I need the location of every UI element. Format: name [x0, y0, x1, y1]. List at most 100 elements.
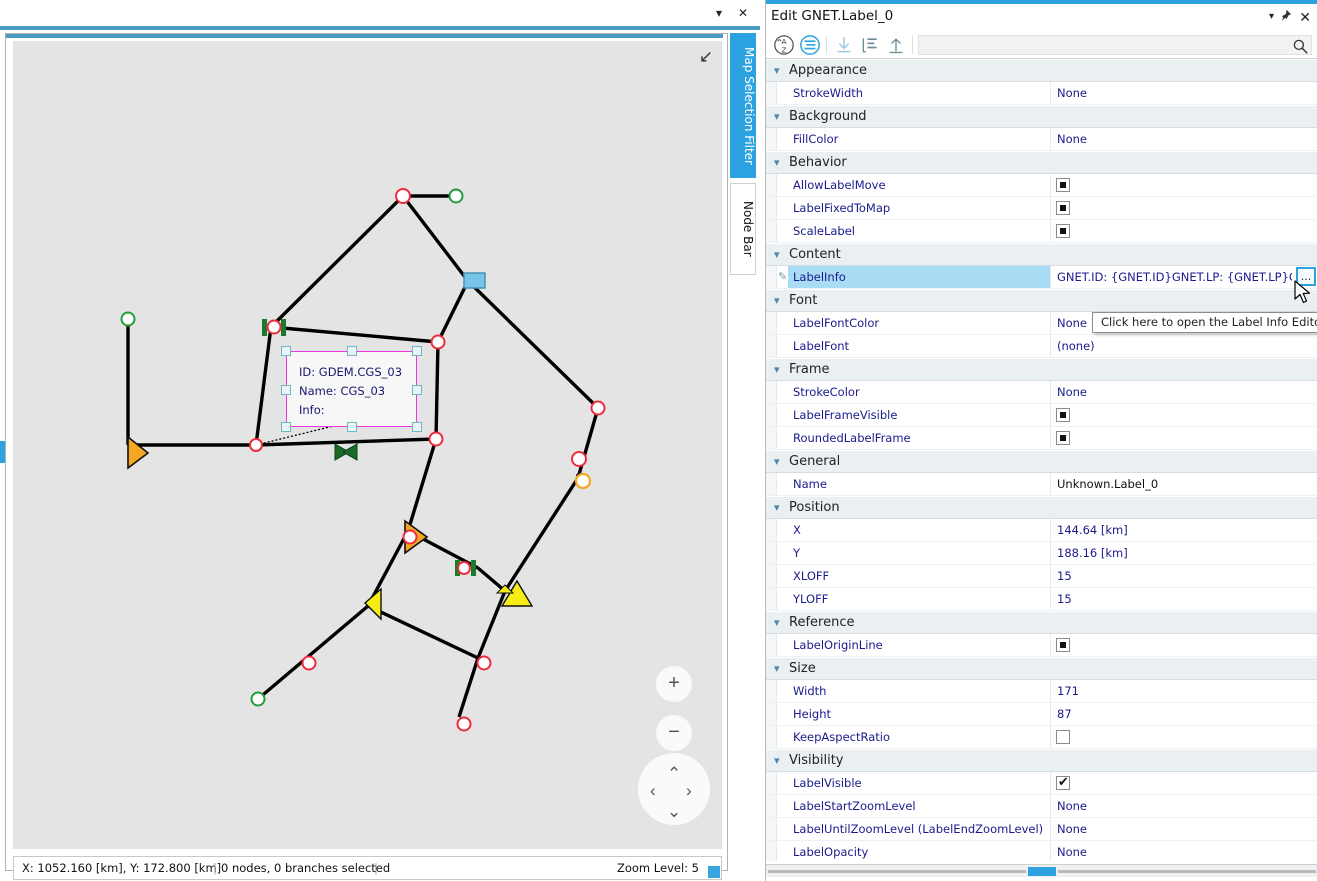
sidebar-tab-map-selection-filter[interactable]: Map Selection Filter: [730, 33, 756, 178]
sort-alphabetical-icon[interactable]: A Z: [772, 33, 796, 57]
resize-handle-ne[interactable]: [412, 346, 422, 356]
chevron-down-icon[interactable]: ▾: [774, 755, 786, 767]
property-row[interactable]: KeepAspectRatio: [766, 726, 1317, 749]
zoom-out-button[interactable]: −: [656, 715, 692, 751]
property-row[interactable]: LabelOriginLine: [766, 634, 1317, 657]
collapse-arrow-icon[interactable]: ↙: [696, 47, 716, 67]
map-canvas[interactable]: ID: GDEM.CGS_03 Name: CGS_03 Info: ↙ +: [13, 41, 722, 849]
property-group-background[interactable]: ▾Background: [766, 105, 1317, 128]
tristate-checkbox[interactable]: [1056, 178, 1070, 192]
pin-icon[interactable]: [1279, 9, 1292, 26]
chevron-down-icon[interactable]: ▾: [774, 663, 786, 675]
chevron-down-icon[interactable]: ▾: [774, 364, 786, 376]
upload-icon[interactable]: [884, 33, 908, 57]
search-input[interactable]: [923, 36, 1287, 54]
property-row[interactable]: XLOFF15: [766, 565, 1317, 588]
pan-up-icon[interactable]: ⌃: [667, 765, 681, 782]
chevron-down-icon[interactable]: ▾: [774, 456, 786, 468]
property-row[interactable]: LabelStartZoomLevelNone: [766, 795, 1317, 818]
property-row[interactable]: ✎LabelInfoGNET.ID: {GNET.ID}GNET.LP: {GN…: [766, 266, 1317, 289]
property-group-position[interactable]: ▾Position: [766, 496, 1317, 519]
scrollbar-thumb[interactable]: [1028, 867, 1056, 876]
row-gutter: [766, 680, 777, 702]
property-row[interactable]: X144.64 [km]: [766, 519, 1317, 542]
property-row[interactable]: AllowLabelMove: [766, 174, 1317, 197]
map-label-box[interactable]: ID: GDEM.CGS_03 Name: CGS_03 Info:: [286, 351, 417, 427]
property-row[interactable]: LabelVisible: [766, 772, 1317, 795]
property-name: LabelUntilZoomLevel (LabelEndZoomLevel): [788, 818, 1051, 840]
list-icon[interactable]: [858, 33, 882, 57]
tristate-checkbox[interactable]: [1056, 224, 1070, 238]
property-row[interactable]: StrokeColorNone: [766, 381, 1317, 404]
pan-pad[interactable]: ⌃ ⌄ ‹ ›: [638, 753, 710, 825]
property-row[interactable]: FillColorNone: [766, 128, 1317, 151]
property-row[interactable]: NameUnknown.Label_0: [766, 473, 1317, 496]
property-group-visibility[interactable]: ▾Visibility: [766, 749, 1317, 772]
property-row[interactable]: YLOFF15: [766, 588, 1317, 611]
close-icon[interactable]: ✕: [1299, 9, 1311, 25]
download-icon[interactable]: [832, 33, 856, 57]
property-group-frame[interactable]: ▾Frame: [766, 358, 1317, 381]
checkbox-checked[interactable]: [1056, 776, 1070, 790]
network-diagram[interactable]: [13, 41, 722, 849]
property-group-reference[interactable]: ▾Reference: [766, 611, 1317, 634]
properties-grid[interactable]: ▾AppearanceStrokeWidthNone▾BackgroundFil…: [766, 59, 1317, 861]
tristate-checkbox[interactable]: [1056, 431, 1070, 445]
chevron-down-icon[interactable]: ▾: [774, 65, 786, 77]
chevron-down-icon[interactable]: ▾: [1269, 9, 1274, 25]
resize-handle-n[interactable]: [347, 346, 357, 356]
property-row[interactable]: Y188.16 [km]: [766, 542, 1317, 565]
row-gutter: [766, 726, 777, 748]
resize-handle-nw[interactable]: [281, 346, 291, 356]
map-statusbar: X: 1052.160 [km], Y: 172.800 [km] | 0 no…: [13, 856, 722, 880]
chevron-down-icon[interactable]: ▾: [774, 111, 786, 123]
property-row[interactable]: StrokeWidthNone: [766, 82, 1317, 105]
chevron-down-icon[interactable]: ▾: [774, 295, 786, 307]
tristate-checkbox[interactable]: [1056, 638, 1070, 652]
pan-down-icon[interactable]: ⌄: [667, 803, 681, 820]
property-row[interactable]: LabelFixedToMap: [766, 197, 1317, 220]
resize-handle-s[interactable]: [347, 422, 357, 432]
horizontal-scrollbar[interactable]: [766, 864, 1317, 877]
tristate-checkbox[interactable]: [1056, 408, 1070, 422]
property-row[interactable]: LabelOpacityNone: [766, 841, 1317, 861]
chevron-down-icon[interactable]: ▾: [774, 502, 786, 514]
sidebar-tab-node-bar[interactable]: Node Bar: [730, 183, 756, 275]
chevron-down-icon[interactable]: ▾: [774, 249, 786, 261]
resize-grip[interactable]: [708, 866, 720, 878]
property-row[interactable]: Height87: [766, 703, 1317, 726]
row-gutter: [766, 588, 777, 610]
search-icon[interactable]: [1291, 37, 1309, 55]
resize-handle-e[interactable]: [412, 385, 422, 395]
chevron-down-icon[interactable]: ▾: [774, 617, 786, 629]
property-group-appearance[interactable]: ▾Appearance: [766, 59, 1317, 82]
left-edge-dock-tab[interactable]: [0, 441, 5, 463]
resize-handle-w[interactable]: [281, 385, 291, 395]
row-gutter: [766, 427, 777, 449]
property-row[interactable]: LabelUntilZoomLevel (LabelEndZoomLevel)N…: [766, 818, 1317, 841]
resize-handle-se[interactable]: [412, 422, 422, 432]
property-group-font[interactable]: ▾Font: [766, 289, 1317, 312]
chevron-down-icon[interactable]: ▾: [774, 157, 786, 169]
search-box[interactable]: [918, 35, 1312, 55]
resize-handle-sw[interactable]: [281, 422, 291, 432]
pan-left-icon[interactable]: ‹: [650, 782, 656, 799]
close-icon[interactable]: ✕: [734, 4, 752, 22]
property-row[interactable]: Width171: [766, 680, 1317, 703]
property-group-general[interactable]: ▾General: [766, 450, 1317, 473]
pan-right-icon[interactable]: ›: [686, 782, 692, 799]
property-value: None: [1052, 841, 1317, 861]
chevron-down-icon[interactable]: ▾: [710, 4, 728, 22]
property-row[interactable]: RoundedLabelFrame: [766, 427, 1317, 450]
property-row[interactable]: LabelFrameVisible: [766, 404, 1317, 427]
property-group-size[interactable]: ▾Size: [766, 657, 1317, 680]
property-group-behavior[interactable]: ▾Behavior: [766, 151, 1317, 174]
property-name: AllowLabelMove: [788, 174, 1051, 196]
property-row[interactable]: ScaleLabel: [766, 220, 1317, 243]
categorize-icon[interactable]: [798, 33, 822, 57]
property-row[interactable]: LabelFont(none): [766, 335, 1317, 358]
tristate-checkbox[interactable]: [1056, 201, 1070, 215]
property-group-content[interactable]: ▾Content: [766, 243, 1317, 266]
checkbox[interactable]: [1056, 730, 1070, 744]
zoom-in-button[interactable]: +: [656, 666, 692, 702]
